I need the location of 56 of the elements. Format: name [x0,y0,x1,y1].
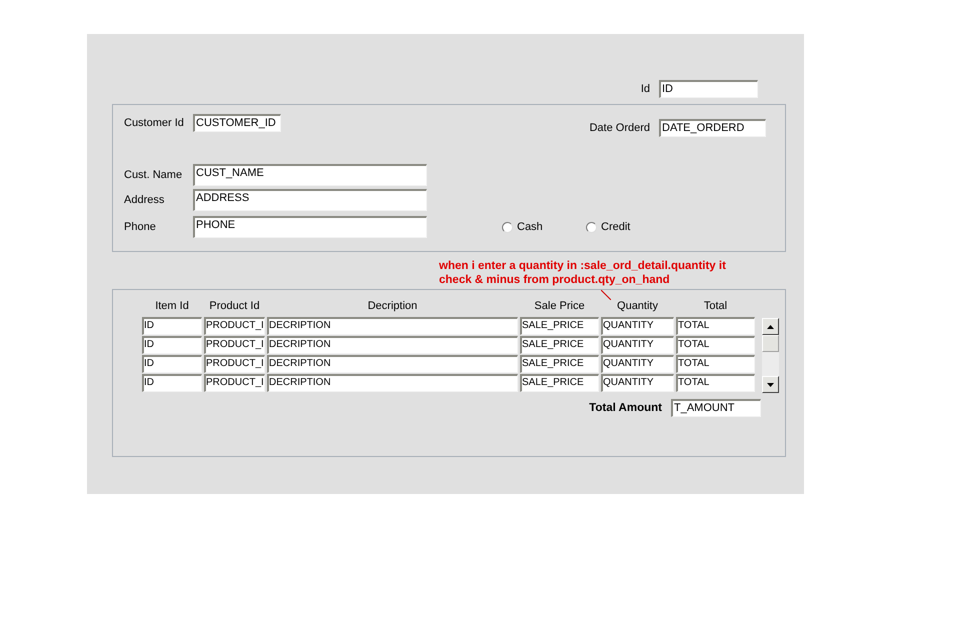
down-arrow-icon [767,382,774,386]
column-header: Total [702,300,728,314]
column-header: Decription [366,300,418,314]
input-field[interactable]: DECRIPTION [267,336,518,354]
input-field[interactable]: TOTAL [676,336,755,354]
input-field[interactable]: PRODUCT_I [204,355,265,373]
input-field[interactable]: QUANTITY [601,374,674,392]
radio-label: Cash [517,221,543,233]
input-field[interactable]: QUANTITY [601,336,674,354]
input-field[interactable]: CUST_NAME [193,164,427,186]
field-label: Customer Id [124,117,185,129]
input-field[interactable]: TOTAL [676,355,755,373]
column-header: Sale Price [533,300,586,314]
input-field[interactable]: SALE_PRICE [520,317,599,335]
field-label: Date Orderd [589,122,650,134]
input-field[interactable]: QUANTITY [601,317,674,335]
annotation-text: when i enter a quantity in :sale_ord_detail.quantity it check & minus from product.qty_on_hand [439,259,727,287]
total-label: Total Amount [589,402,662,414]
input-field[interactable]: PRODUCT_I [204,317,265,335]
input-field[interactable]: ID [142,317,202,335]
input-field[interactable]: DECRIPTION [267,374,518,392]
radio-label: Credit [601,221,630,233]
radio-button[interactable] [586,222,597,232]
up-arrow-icon [767,324,774,328]
input-field[interactable]: DATE_ORDERD [659,119,766,137]
input-field[interactable]: T_AMOUNT [671,399,761,417]
column-header: Item Id [154,300,190,314]
scroll-down-button[interactable] [762,376,779,393]
radio-button[interactable] [502,222,513,232]
leader-line [601,290,611,300]
scroll-thumb[interactable] [762,335,779,352]
field-label: Address [124,194,166,206]
input-field[interactable]: CUSTOMER_ID [193,114,281,132]
input-field[interactable]: PRODUCT_I [204,336,265,354]
input-field[interactable]: DECRIPTION [267,355,518,373]
input-field[interactable]: TOTAL [676,374,755,392]
column-header: Quantity [616,300,659,314]
scroll-up-button[interactable] [762,318,779,335]
input-field[interactable]: QUANTITY [601,355,674,373]
scrollbar[interactable] [762,318,779,393]
input-field[interactable]: ID [142,355,202,373]
column-header: Product Id [208,300,261,314]
field-label: Id [640,83,650,95]
input-field[interactable]: SALE_PRICE [520,355,599,373]
input-field[interactable]: ID [142,336,202,354]
input-field[interactable]: DECRIPTION [267,317,518,335]
input-field[interactable]: SALE_PRICE [520,336,599,354]
input-field[interactable]: PHONE [193,216,427,238]
input-field[interactable]: TOTAL [676,317,755,335]
input-field[interactable]: ID [142,374,202,392]
input-field[interactable]: SALE_PRICE [520,374,599,392]
field-label: Phone [124,221,157,233]
input-field[interactable]: ID [659,80,758,98]
field-label: Cust. Name [124,169,184,181]
input-field[interactable]: ADDRESS [193,189,427,211]
input-field[interactable]: PRODUCT_I [204,374,265,392]
